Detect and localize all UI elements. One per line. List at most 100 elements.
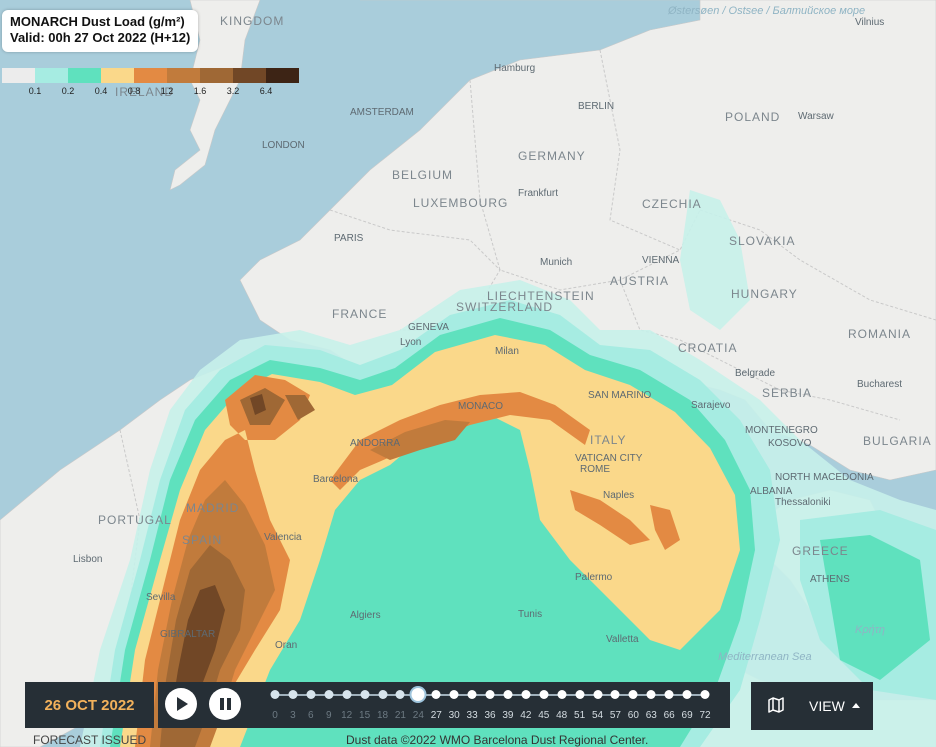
timeline-step[interactable] [306,690,316,699]
play-button[interactable] [165,688,197,720]
timeline-step[interactable] [360,690,370,699]
city-vilnius: Vilnius [855,17,884,28]
timeline-step[interactable] [288,690,298,699]
timeline-step-label: 45 [538,710,550,721]
city-thessaloniki: Thessaloniki [775,497,831,508]
timeline-step[interactable] [646,690,656,699]
label-kosovo: KOSOVO [768,438,812,449]
color-swatch [233,68,266,83]
scale-tick-label: 3.2 [226,86,240,96]
city-paris: PARIS [334,233,364,244]
pause-button[interactable] [209,688,241,720]
color-scale-ticks: 0.1 0.2 0.4 0.8 1.2 1.6 3.2 6.4 [2,83,299,96]
label-slovakia: SLOVAKIA [729,234,795,248]
timeline-step[interactable] [628,690,638,699]
color-swatch [68,68,101,83]
timeline-step[interactable] [610,690,620,699]
timeline-step[interactable] [324,690,334,699]
timeline-player: 0 3 6 9 12 15 18 21 24 27 30 33 36 39 42 45 48 51 54 57 60 63… [158,682,730,728]
label-montenegro: MONTENEGRO [745,425,818,436]
timeline-step[interactable] [467,690,477,699]
timeline-step-label: 57 [609,710,621,721]
label-croatia: CROATIA [678,341,737,355]
city-valletta: Valletta [606,634,639,645]
city-barcelona: Barcelona [313,474,358,485]
timeline-step[interactable] [449,690,459,699]
view-button[interactable]: VIEW [751,682,873,730]
scale-tick-label: 1.2 [160,86,174,96]
timeline-step-label: 63 [645,710,657,721]
pause-icon [220,698,231,710]
label-kingdom: KINGDOM [220,14,284,28]
timeline-step[interactable] [485,690,495,699]
dust-map[interactable]: KINGDOM IRELAND GERMANY POLAND BELGIUM L… [0,0,936,747]
label-germany: GERMANY [518,149,586,163]
timeline-step-label: 0 [272,710,278,721]
timeline-step-label: 33 [466,710,478,721]
color-swatch [101,68,134,83]
city-rome: ROME [580,464,610,475]
city-munich: Munich [540,257,572,268]
color-swatch [2,68,35,83]
timeline-step[interactable] [270,690,280,699]
city-belgrade: Belgrade [735,368,775,379]
legend-valid-time: Valid: 00h 27 Oct 2022 (H+12) [10,30,191,45]
caret-up-icon [852,703,860,708]
city-sarajevo: Sarajevo [691,400,731,411]
timeline-step-label: 9 [325,710,332,721]
scale-tick-label: 0.2 [61,86,75,96]
timeline-step-label: 36 [484,710,496,721]
label-portugal: PORTUGAL [98,513,172,527]
forecast-issued-label: FORECAST ISSUED [33,733,147,747]
color-swatch [35,68,68,83]
color-swatch [200,68,233,83]
timeline-step[interactable] [378,690,387,699]
timeline-step-label: 3 [290,710,296,721]
timeline-step-label: 24 [412,710,424,721]
scale-tick-label: 0.8 [127,86,141,96]
label-gibraltar: GIBRALTAR [160,629,215,640]
label-san-marino: SAN MARINO [588,390,652,401]
timeline-step[interactable] [700,690,710,699]
city-amsterdam: AMSTERDAM [350,107,414,118]
city-frankfurt: Frankfurt [518,188,558,199]
label-romania: ROMANIA [848,327,911,341]
timeline-step[interactable] [431,690,441,699]
color-swatch [266,68,299,83]
timeline-step[interactable] [503,690,513,699]
timeline-step[interactable] [593,690,602,699]
city-palermo: Palermo [575,572,613,583]
city-athens: ATHENS [810,574,850,585]
timeline-step-label: 60 [627,710,639,721]
timeline-step-label: 48 [556,710,568,721]
label-andorra: ANDORRA [350,438,400,449]
map-icon [768,697,784,713]
city-berlin: BERLIN [578,101,614,112]
label-monaco: MONACO [458,401,503,412]
data-credit: Dust data ©2022 WMO Barcelona Dust Regio… [346,733,649,747]
city-milan: Milan [495,346,519,357]
label-crete: Κρήτη [855,624,885,636]
city-naples: Naples [603,490,634,501]
timeline-step[interactable] [342,690,352,699]
timeline-step[interactable] [411,688,425,701]
timeline-step[interactable] [682,690,692,699]
timeline-step[interactable] [664,690,674,699]
timeline-step-label: 72 [699,710,711,721]
timeline-step[interactable] [539,690,549,699]
timeline-step-label: 21 [394,710,406,721]
city-warsaw: Warsaw [798,111,835,122]
timeline-step[interactable] [395,690,405,699]
label-vatican: VATICAN CITY [575,453,643,464]
label-belgium: BELGIUM [392,168,453,182]
color-scale-bar [2,68,299,83]
label-hungary: HUNGARY [731,287,798,301]
legend-box: MONARCH Dust Load (g/m²) Valid: 00h 27 O… [2,10,199,52]
view-label: VIEW [809,698,845,714]
timeline-step[interactable] [575,690,585,699]
color-swatch [167,68,200,83]
city-hamburg: Hamburg [494,63,535,74]
timeline-step[interactable] [521,690,531,699]
timeline-step[interactable] [557,690,567,699]
label-spain: SPAIN [182,533,222,547]
